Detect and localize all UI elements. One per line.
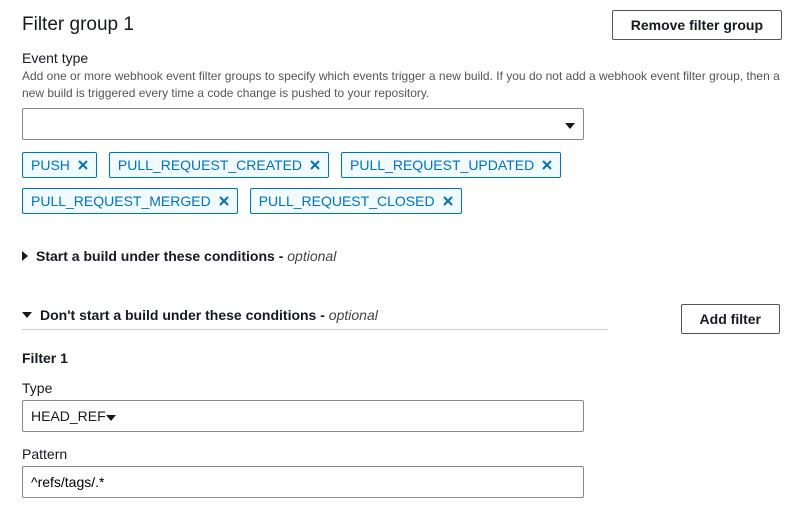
chip-label: PULL_REQUEST_CLOSED <box>259 193 435 209</box>
filter-type-label: Type <box>22 380 781 396</box>
filter-type-select[interactable]: HEAD_REF <box>22 400 584 432</box>
event-type-chip: PULL_REQUEST_UPDATED <box>341 152 561 178</box>
optional-label: optional <box>287 248 336 264</box>
event-type-select[interactable] <box>22 108 584 140</box>
dont-start-build-title: Don't start a build under these conditio… <box>40 307 329 323</box>
filter-1-title: Filter 1 <box>22 350 781 366</box>
start-build-conditions-toggle[interactable]: Start a build under these conditions - o… <box>22 248 781 270</box>
event-type-help-text: Add one or more webhook event filter gro… <box>22 68 782 102</box>
filter-type-value: HEAD_REF <box>31 408 106 424</box>
caret-right-icon <box>22 251 28 261</box>
event-type-chip: PULL_REQUEST_CLOSED <box>250 188 462 214</box>
chip-label: PUSH <box>31 157 70 173</box>
add-filter-button[interactable]: Add filter <box>681 304 780 334</box>
close-icon[interactable] <box>78 160 88 170</box>
filter-pattern-label: Pattern <box>22 446 781 462</box>
close-icon[interactable] <box>542 160 552 170</box>
filter-group-title: Filter group 1 <box>22 14 612 36</box>
remove-filter-group-button[interactable]: Remove filter group <box>612 10 782 40</box>
optional-label: optional <box>329 307 378 323</box>
chip-label: PULL_REQUEST_MERGED <box>31 193 211 209</box>
chip-label: PULL_REQUEST_CREATED <box>118 157 302 173</box>
close-icon[interactable] <box>443 196 453 206</box>
filter-pattern-input[interactable] <box>22 466 584 498</box>
caret-down-icon <box>22 312 32 318</box>
dont-start-build-conditions-toggle[interactable]: Don't start a build under these conditio… <box>22 307 608 329</box>
event-type-chip: PUSH <box>22 152 97 178</box>
event-type-chip: PULL_REQUEST_CREATED <box>109 152 329 178</box>
chevron-down-icon <box>565 116 575 132</box>
event-type-label: Event type <box>22 50 781 66</box>
close-icon[interactable] <box>219 196 229 206</box>
close-icon[interactable] <box>310 160 320 170</box>
chip-label: PULL_REQUEST_UPDATED <box>350 157 534 173</box>
chevron-down-icon <box>106 408 116 424</box>
event-type-chip: PULL_REQUEST_MERGED <box>22 188 238 214</box>
start-build-title: Start a build under these conditions - <box>36 248 287 264</box>
